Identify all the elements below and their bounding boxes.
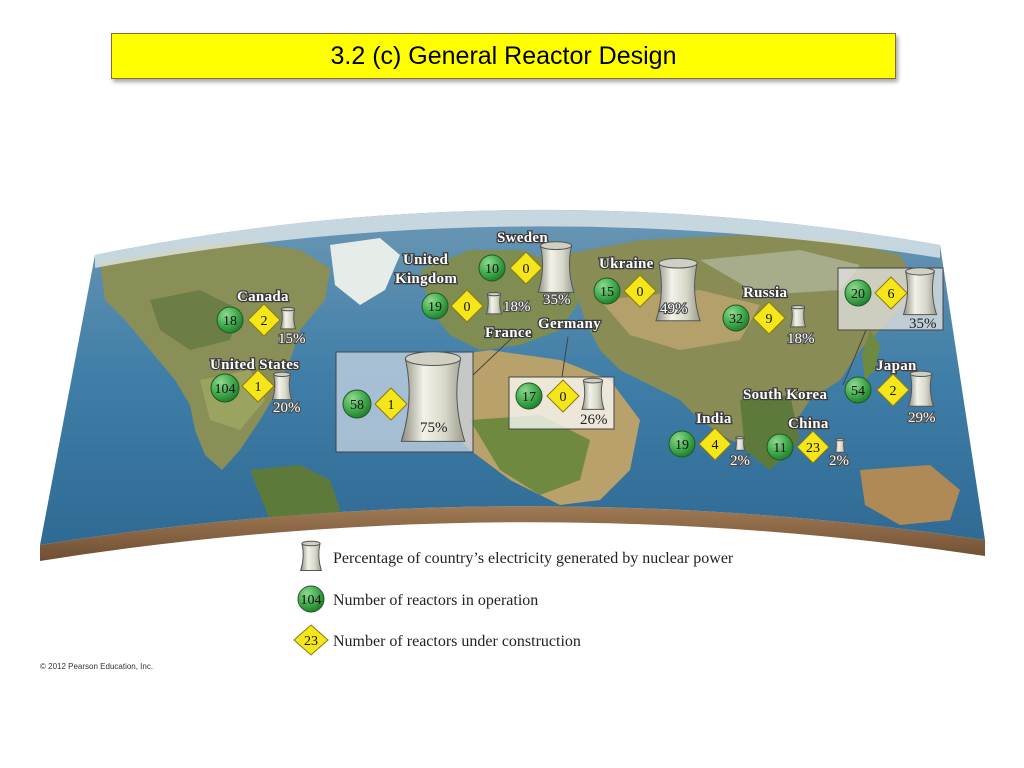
ukraine-operating-count: 15	[600, 285, 614, 300]
canada-cooling-tower-icon-rim	[280, 306, 296, 312]
united-states-nuclear-percent: 20%	[273, 400, 301, 416]
germany-cooling-tower-icon-rim	[582, 377, 604, 384]
legend-percent-label: Percentage of country’s electricity gene…	[333, 550, 734, 567]
japan-cooling-tower-icon-rim	[909, 370, 933, 377]
label-russia: Russia	[743, 285, 788, 301]
india-nuclear-percent: 2%	[730, 453, 750, 469]
united-kingdom-cooling-tower-icon	[485, 293, 503, 315]
germany-operating-count: 17	[522, 390, 536, 405]
label-united-kingdom-line1: United	[403, 252, 448, 268]
label-ukraine: Ukraine	[599, 256, 654, 272]
canada-cooling-tower-icon	[279, 308, 297, 330]
china-construction-count: 23	[806, 441, 820, 456]
china-cooling-tower-icon-rim	[835, 438, 845, 442]
legend: Percentage of country’s electricity gene…	[293, 540, 734, 656]
china-operating-count: 11	[773, 441, 786, 456]
united-states-operating-count: 104	[215, 382, 236, 397]
canada-construction-count: 2	[261, 314, 268, 329]
russia-cooling-tower-icon-rim	[790, 304, 806, 310]
nuclear-power-map: Canada United States United Kingdom Swed…	[40, 209, 985, 656]
legend-operating-label: Number of reactors in operation	[333, 592, 538, 609]
label-united-states: United States	[210, 357, 299, 373]
russia-cooling-tower-icon	[789, 306, 807, 328]
germany-nuclear-percent: 26%	[580, 412, 608, 428]
india-cooling-tower-icon-rim	[735, 436, 745, 440]
canada-operating-count: 18	[223, 314, 237, 329]
china-cooling-tower-icon	[834, 439, 846, 453]
label-united-kingdom-line2: Kingdom	[395, 271, 457, 287]
united-kingdom-construction-count: 0	[464, 300, 471, 315]
legend-cooling-tower-icon	[299, 540, 323, 571]
sweden-construction-count: 0	[523, 262, 530, 277]
india-cooling-tower-icon	[734, 437, 746, 451]
russia-nuclear-percent: 18%	[787, 331, 815, 347]
south-korea-cooling-tower-icon	[902, 270, 938, 316]
legend-tower-shape	[299, 543, 323, 571]
label-india: India	[696, 411, 732, 427]
japan-nuclear-percent: 29%	[908, 410, 936, 426]
south-korea-nuclear-percent: 35%	[909, 316, 937, 332]
label-france: France	[485, 325, 532, 341]
japan-operating-count: 54	[851, 384, 865, 399]
united-states-cooling-tower-icon	[271, 373, 293, 401]
united-kingdom-operating-count: 19	[428, 300, 442, 315]
united-states-construction-count: 1	[255, 380, 262, 395]
label-south-korea: South Korea	[743, 387, 827, 403]
france-cooling-tower-icon-rim	[404, 351, 462, 367]
russia-operating-count: 32	[729, 312, 743, 327]
copyright-notice: © 2012 Pearson Education, Inc.	[40, 662, 154, 671]
sweden-operating-count: 10	[485, 262, 499, 277]
label-germany: Germany	[538, 316, 601, 332]
france-nuclear-percent: 75%	[420, 420, 448, 436]
ukraine-cooling-tower-icon-rim	[658, 257, 698, 269]
ukraine-construction-count: 0	[637, 285, 644, 300]
south-korea-construction-count: 6	[888, 287, 895, 302]
south-korea-cooling-tower-icon-rim	[905, 267, 935, 276]
china-nuclear-percent: 2%	[829, 453, 849, 469]
label-canada: Canada	[237, 289, 289, 305]
japan-cooling-tower-icon	[907, 373, 935, 407]
sweden-cooling-tower-icon-rim	[539, 241, 573, 251]
label-japan: Japan	[876, 358, 917, 374]
germany-cooling-tower-icon	[581, 380, 605, 410]
south-korea-operating-count: 20	[851, 287, 865, 302]
label-sweden: Sweden	[497, 230, 548, 246]
germany-construction-count: 0	[560, 390, 567, 405]
sweden-nuclear-percent: 35%	[543, 292, 571, 308]
united-kingdom-nuclear-percent: 18%	[503, 299, 531, 315]
legend-operating-sample: 104	[301, 593, 322, 608]
united-states-cooling-tower-icon-rim	[273, 371, 291, 377]
france-construction-count: 1	[388, 398, 395, 413]
legend-tower-shape-rim	[301, 540, 321, 547]
japan-construction-count: 2	[890, 384, 897, 399]
france-operating-count: 58	[350, 398, 364, 413]
legend-construction-sample: 23	[304, 634, 318, 649]
india-construction-count: 4	[712, 438, 719, 453]
india-operating-count: 19	[675, 438, 689, 453]
russia-construction-count: 9	[766, 312, 773, 327]
legend-construction-label: Number of reactors under construction	[333, 633, 581, 650]
sweden-cooling-tower-icon	[537, 245, 575, 293]
label-china: China	[788, 416, 829, 432]
ukraine-nuclear-percent: 49%	[660, 301, 688, 317]
united-kingdom-cooling-tower-icon-rim	[486, 291, 502, 297]
canada-nuclear-percent: 15%	[278, 331, 306, 347]
